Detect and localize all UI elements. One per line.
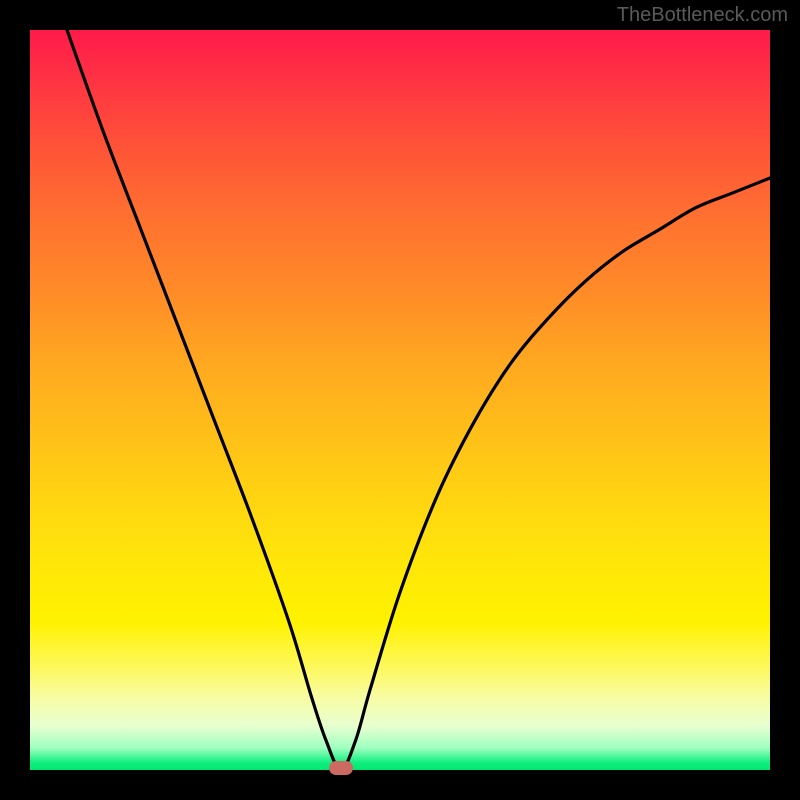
watermark-text: TheBottleneck.com [617, 4, 788, 27]
bottleneck-curve [30, 30, 770, 770]
chart-container: TheBottleneck.com [0, 0, 800, 800]
minimum-marker [329, 761, 353, 775]
plot-area [30, 30, 770, 770]
